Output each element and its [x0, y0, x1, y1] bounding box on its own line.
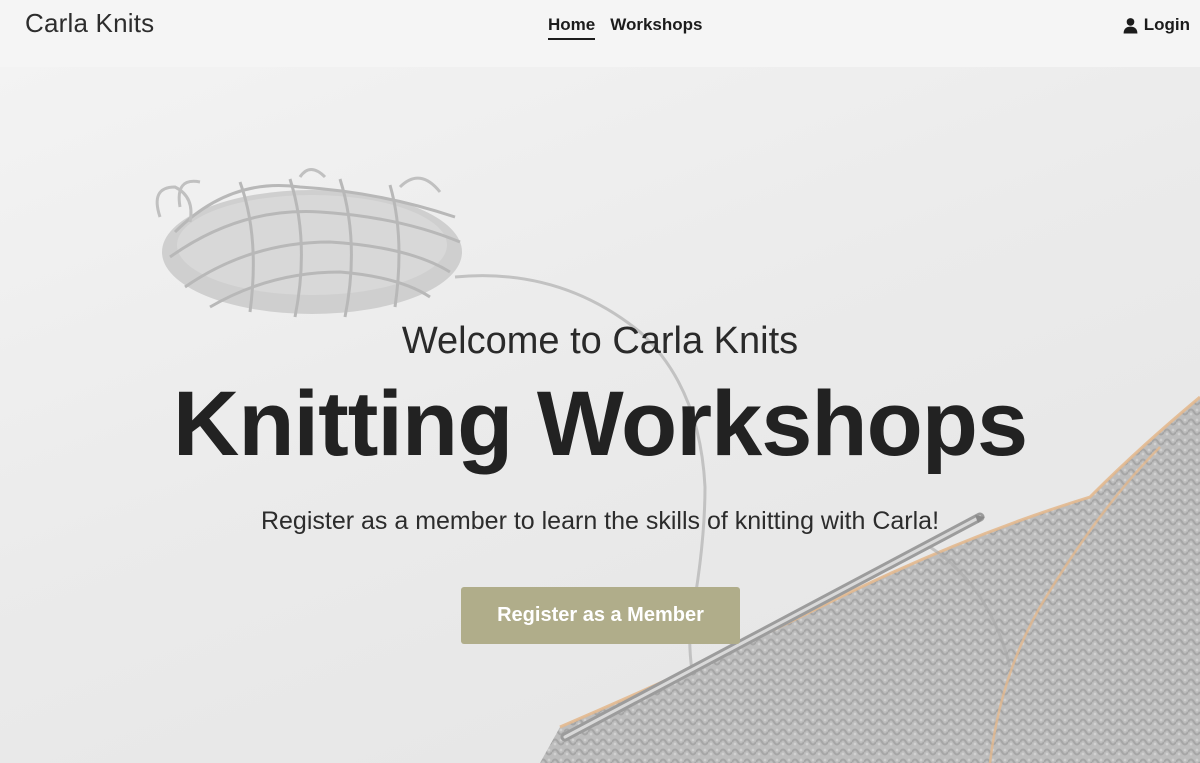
register-member-button[interactable]: Register as a Member — [461, 587, 740, 644]
hero-headline: Knitting Workshops — [172, 373, 1028, 475]
user-icon — [1123, 17, 1138, 33]
brand-logo[interactable]: Carla Knits — [25, 8, 154, 39]
hero-content: Welcome to Carla Knits Knitting Workshop… — [0, 67, 1200, 763]
nav-links: Home Workshops — [548, 15, 703, 40]
nav-link-home[interactable]: Home — [548, 15, 596, 40]
login-link[interactable]: Login — [1122, 15, 1190, 35]
login-label: Login — [1143, 15, 1190, 34]
hero-subline: Register as a member to learn the skills… — [260, 507, 940, 535]
hero-section: Welcome to Carla Knits Knitting Workshop… — [0, 67, 1200, 763]
hero-welcome-text: Welcome to Carla Knits — [401, 320, 799, 362]
top-navigation: Carla Knits Home Workshops Login — [0, 0, 1200, 67]
nav-link-workshops[interactable]: Workshops — [610, 15, 702, 40]
